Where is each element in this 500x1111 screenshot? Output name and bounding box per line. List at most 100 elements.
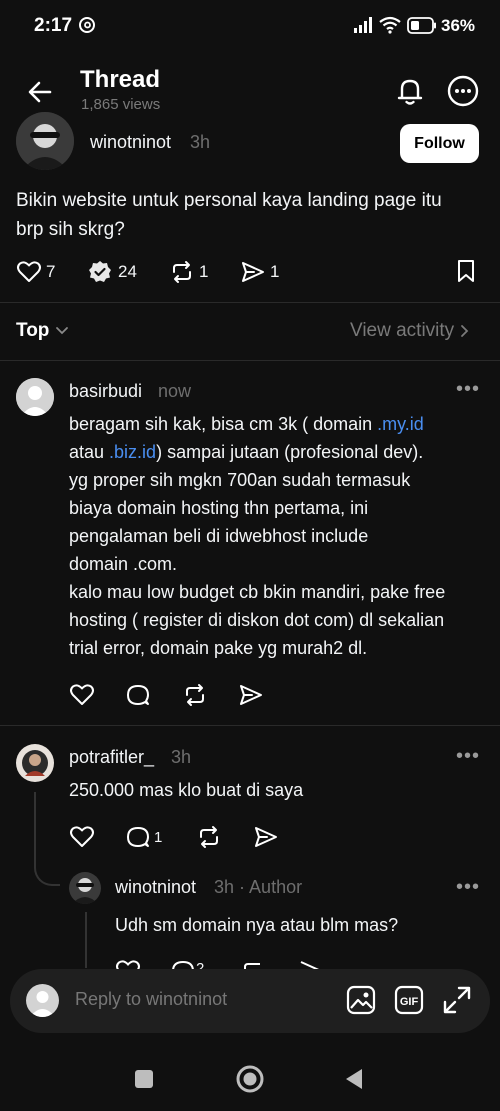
home-circle-icon bbox=[236, 1065, 264, 1093]
comment-text: 250.000 mas klo buat di saya bbox=[69, 780, 304, 800]
reply-count: 1 bbox=[154, 828, 163, 846]
post-text-line: brp sih skrg? bbox=[16, 219, 125, 240]
recent-apps-button[interactable] bbox=[134, 1069, 154, 1089]
like-button[interactable]: 7 bbox=[16, 259, 55, 285]
send-icon bbox=[242, 262, 264, 282]
like-button[interactable] bbox=[69, 683, 95, 707]
more-options-button[interactable] bbox=[446, 74, 480, 108]
repost-icon bbox=[173, 261, 191, 283]
comment-line: trial error, domain pake yg murah2 dl. bbox=[69, 638, 368, 658]
share-count: 1 bbox=[270, 262, 280, 281]
bell-icon bbox=[397, 79, 423, 105]
view-activity-link[interactable]: View activity bbox=[350, 320, 470, 342]
follow-button[interactable]: Follow bbox=[400, 124, 479, 163]
chevron-down-icon bbox=[56, 327, 69, 335]
triangle-back-icon bbox=[346, 1069, 362, 1089]
status-bar: 2:17 36% bbox=[0, 0, 500, 52]
avatar[interactable] bbox=[16, 744, 54, 782]
comment-more-button[interactable]: ••• bbox=[456, 378, 480, 401]
arrow-left-icon bbox=[28, 81, 52, 103]
author-tag: · Author bbox=[239, 877, 303, 897]
comment-time: 3h bbox=[171, 747, 192, 767]
comment-icon bbox=[127, 827, 149, 847]
like-button[interactable] bbox=[69, 825, 95, 849]
reply-count-button[interactable]: 24 bbox=[88, 259, 137, 285]
attach-image-button[interactable] bbox=[346, 985, 376, 1015]
comment-icon bbox=[127, 685, 149, 705]
heart-icon bbox=[70, 826, 94, 847]
post-author[interactable]: winotninot bbox=[90, 132, 171, 153]
gif-button[interactable]: GIF bbox=[394, 985, 424, 1015]
comment-text: beragam sih kak, bisa cm 3k ( domain .my… bbox=[69, 410, 494, 662]
comment-line: biaya domain hosting thn pertama, ini bbox=[69, 498, 369, 518]
domain-link[interactable]: .my.id bbox=[377, 414, 424, 434]
repost-button[interactable] bbox=[182, 683, 208, 707]
expand-button[interactable] bbox=[442, 985, 472, 1015]
domain-link[interactable]: .biz.id bbox=[109, 442, 156, 462]
comment-line: domain .com. bbox=[69, 554, 178, 574]
wifi-icon bbox=[378, 15, 402, 35]
comment-more-button[interactable]: ••• bbox=[456, 876, 480, 899]
comment-text: Udh sm domain nya atau blm mas? bbox=[115, 915, 399, 935]
divider bbox=[0, 360, 500, 361]
repost-button[interactable] bbox=[196, 825, 222, 849]
divider bbox=[0, 725, 500, 726]
chevron-right-icon bbox=[461, 325, 469, 337]
comment-line: hosting ( register di diskon dot com) dl… bbox=[69, 610, 445, 630]
comment-author[interactable]: potrafitler_ bbox=[69, 747, 154, 768]
heart-icon bbox=[70, 684, 94, 705]
page-title: Thread bbox=[80, 66, 161, 93]
more-horizontal-icon bbox=[447, 75, 479, 107]
avatar[interactable] bbox=[16, 112, 74, 170]
comment-more-button[interactable]: ••• bbox=[456, 745, 480, 768]
like-count: 7 bbox=[46, 262, 56, 281]
comment-author[interactable]: winotninot bbox=[115, 877, 196, 898]
default-avatar-icon bbox=[26, 984, 59, 1017]
share-button[interactable] bbox=[238, 683, 264, 707]
reply-input[interactable]: Reply to winotninot bbox=[75, 989, 227, 1010]
gif-icon: GIF bbox=[394, 985, 424, 1015]
view-count: 1,865 views bbox=[81, 96, 161, 113]
sort-dropdown[interactable]: Top bbox=[16, 320, 69, 342]
avatar bbox=[26, 984, 59, 1017]
divider bbox=[0, 302, 500, 303]
back-button[interactable] bbox=[24, 76, 56, 108]
repost-icon bbox=[200, 826, 218, 848]
signal-icon bbox=[353, 16, 375, 34]
avatar[interactable] bbox=[69, 872, 101, 904]
image-icon bbox=[346, 985, 376, 1015]
comment-time: now bbox=[158, 381, 192, 401]
thread-connector bbox=[85, 912, 87, 968]
heart-icon bbox=[17, 261, 41, 282]
repost-icon bbox=[186, 684, 204, 706]
reply-button[interactable] bbox=[126, 683, 150, 707]
comment-line: pengalaman beli di idwebhost include bbox=[69, 526, 369, 546]
partial-reply-count: 2 bbox=[196, 960, 205, 969]
post-time: 3h bbox=[190, 132, 211, 152]
reply-button[interactable]: 1 bbox=[126, 825, 162, 849]
sort-label: Top bbox=[16, 320, 50, 341]
comment-line: atau .biz.id) sampai jutaan (profesional… bbox=[69, 442, 424, 462]
repost-button[interactable]: 1 bbox=[169, 259, 208, 285]
bookmark-icon bbox=[458, 260, 474, 282]
default-avatar-icon bbox=[16, 378, 54, 416]
back-nav-button[interactable] bbox=[344, 1068, 364, 1090]
bookmark-button[interactable] bbox=[456, 259, 476, 283]
share-button[interactable]: 1 bbox=[240, 259, 279, 285]
comment-line: kalo mau low budget cb bkin mandiri, pak… bbox=[69, 582, 446, 602]
share-button[interactable] bbox=[253, 825, 279, 849]
expand-icon bbox=[443, 986, 471, 1014]
comment-line: beragam sih kak, bisa cm 3k ( domain .my… bbox=[69, 414, 424, 434]
send-icon bbox=[240, 685, 262, 705]
home-button[interactable] bbox=[235, 1064, 265, 1094]
battery-icon bbox=[407, 17, 437, 34]
partial-actions-row bbox=[115, 959, 335, 969]
svg-text:GIF: GIF bbox=[400, 996, 419, 1008]
view-activity-label: View activity bbox=[350, 320, 455, 341]
notification-bell-button[interactable] bbox=[393, 74, 427, 108]
threads-notification-icon bbox=[78, 16, 96, 34]
comment-author[interactable]: basirbudi bbox=[69, 381, 142, 402]
avatar[interactable] bbox=[16, 378, 54, 416]
comment-time: 3h · Author bbox=[214, 877, 303, 897]
battery-percent: 36% bbox=[441, 16, 476, 35]
